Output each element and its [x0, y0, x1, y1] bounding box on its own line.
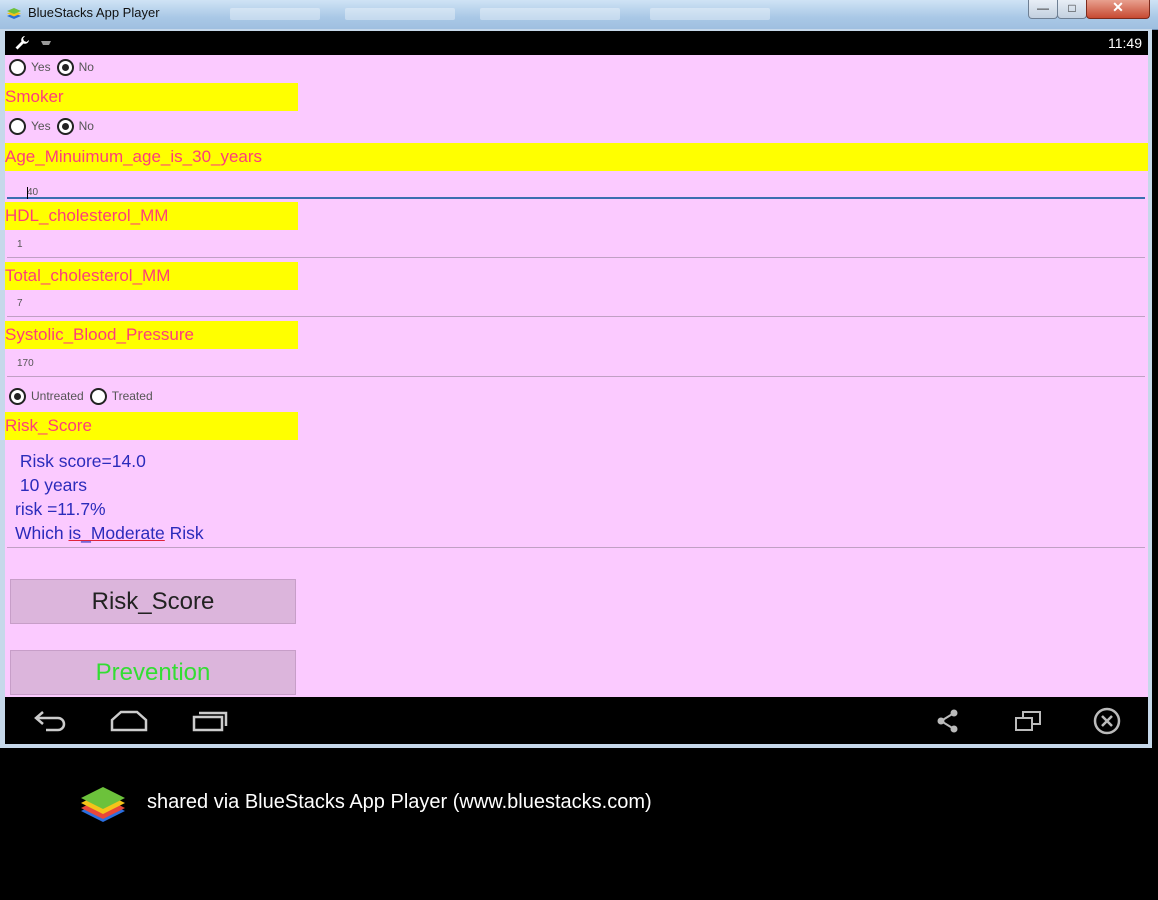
- risk-score-button[interactable]: Risk_Score: [10, 579, 296, 624]
- label-total-cholesterol: Total_cholesterol_MM: [5, 262, 298, 290]
- recent-apps-icon[interactable]: [191, 708, 229, 734]
- age-input[interactable]: 40: [7, 171, 1145, 199]
- hdl-input[interactable]: 1: [7, 231, 1145, 258]
- hdl-input-value: 1: [17, 239, 23, 250]
- systolic-bp-input-value: 170: [17, 358, 34, 369]
- result-category-value: is_Moderate: [68, 523, 165, 543]
- background-tab-ghost: [650, 8, 770, 20]
- radio-smoker-yes[interactable]: [9, 117, 26, 135]
- systolic-bp-input[interactable]: 170: [7, 350, 1145, 377]
- window-title-bar[interactable]: BlueStacks App Player — □ ✕: [0, 0, 1158, 30]
- age-input-value: 40: [27, 187, 39, 198]
- result-line-years: 10 years: [15, 475, 87, 495]
- maximize-icon: □: [1068, 1, 1076, 15]
- radio-smoker-no[interactable]: [56, 117, 74, 135]
- radio-smoker-no-label: No: [78, 119, 94, 133]
- status-time: 11:49: [1108, 35, 1142, 51]
- result-line-risk: risk =11.7%: [15, 499, 106, 519]
- label-risk-score: Risk_Score: [5, 412, 298, 440]
- close-button[interactable]: ✕: [1086, 0, 1150, 19]
- share-icon[interactable]: [935, 708, 961, 734]
- bluestacks-logo-icon: [7, 8, 21, 19]
- screen-rotate-icon[interactable]: [1013, 708, 1043, 734]
- home-icon[interactable]: [109, 708, 149, 734]
- share-caption: shared via BlueStacks App Player (www.bl…: [147, 791, 652, 813]
- close-icon: ✕: [1112, 0, 1124, 15]
- android-status-bar: 11:49: [5, 31, 1148, 55]
- radio-group-treatment: Untreated Treated: [9, 384, 159, 408]
- label-age: Age_Minuimum_age_is_30_years: [5, 143, 1148, 171]
- app-content: Yes No Smoker Yes No Age_Minuimum_age_is…: [5, 55, 1148, 697]
- result-divider: [7, 547, 1145, 548]
- maximize-button[interactable]: □: [1057, 0, 1087, 19]
- radio-q1-no-label: No: [78, 60, 94, 74]
- window-title: BlueStacks App Player: [28, 5, 160, 20]
- radio-treated-label: Treated: [111, 389, 153, 403]
- radio-group-q1: Yes No: [9, 55, 100, 79]
- label-hdl: HDL_cholesterol_MM: [5, 202, 298, 230]
- minimize-icon: —: [1037, 1, 1049, 15]
- radio-smoker-yes-label: Yes: [31, 119, 51, 133]
- result-line-score: Risk score=14.0: [15, 451, 146, 471]
- label-systolic-bp: Systolic_Blood_Pressure: [5, 321, 298, 349]
- radio-treated[interactable]: [89, 387, 107, 405]
- total-cholesterol-input-value: 7: [17, 298, 23, 309]
- usb-icon: [41, 41, 51, 45]
- radio-group-smoker: Yes No: [9, 114, 100, 138]
- share-footer: [0, 748, 1158, 900]
- background-tab-ghost: [345, 8, 455, 20]
- radio-untreated-label: Untreated: [31, 389, 84, 403]
- radio-q1-no[interactable]: [56, 58, 74, 76]
- minimize-button[interactable]: —: [1028, 0, 1058, 19]
- result-category-suffix: Risk: [164, 523, 204, 543]
- prevention-button[interactable]: Prevention: [10, 650, 296, 695]
- close-circle-icon[interactable]: [1092, 707, 1122, 737]
- result-category-prefix: Which: [15, 523, 69, 543]
- bluestacks-logo-icon: [81, 787, 125, 822]
- risk-result-text: Risk score=14.0 10 years risk =11.7% Whi…: [15, 449, 204, 545]
- background-tab-ghost: [480, 8, 620, 20]
- back-icon[interactable]: [32, 708, 68, 734]
- total-cholesterol-input[interactable]: 7: [7, 290, 1145, 317]
- result-line-category: Which is_Moderate Risk: [15, 521, 204, 545]
- wrench-icon: [15, 36, 29, 50]
- text-caret: [27, 187, 28, 199]
- radio-q1-yes[interactable]: [9, 58, 26, 76]
- background-tab-ghost: [230, 8, 320, 20]
- radio-q1-yes-label: Yes: [31, 60, 51, 74]
- radio-untreated[interactable]: [9, 387, 26, 405]
- label-smoker: Smoker: [5, 83, 298, 111]
- android-navigation-bar: [5, 697, 1148, 744]
